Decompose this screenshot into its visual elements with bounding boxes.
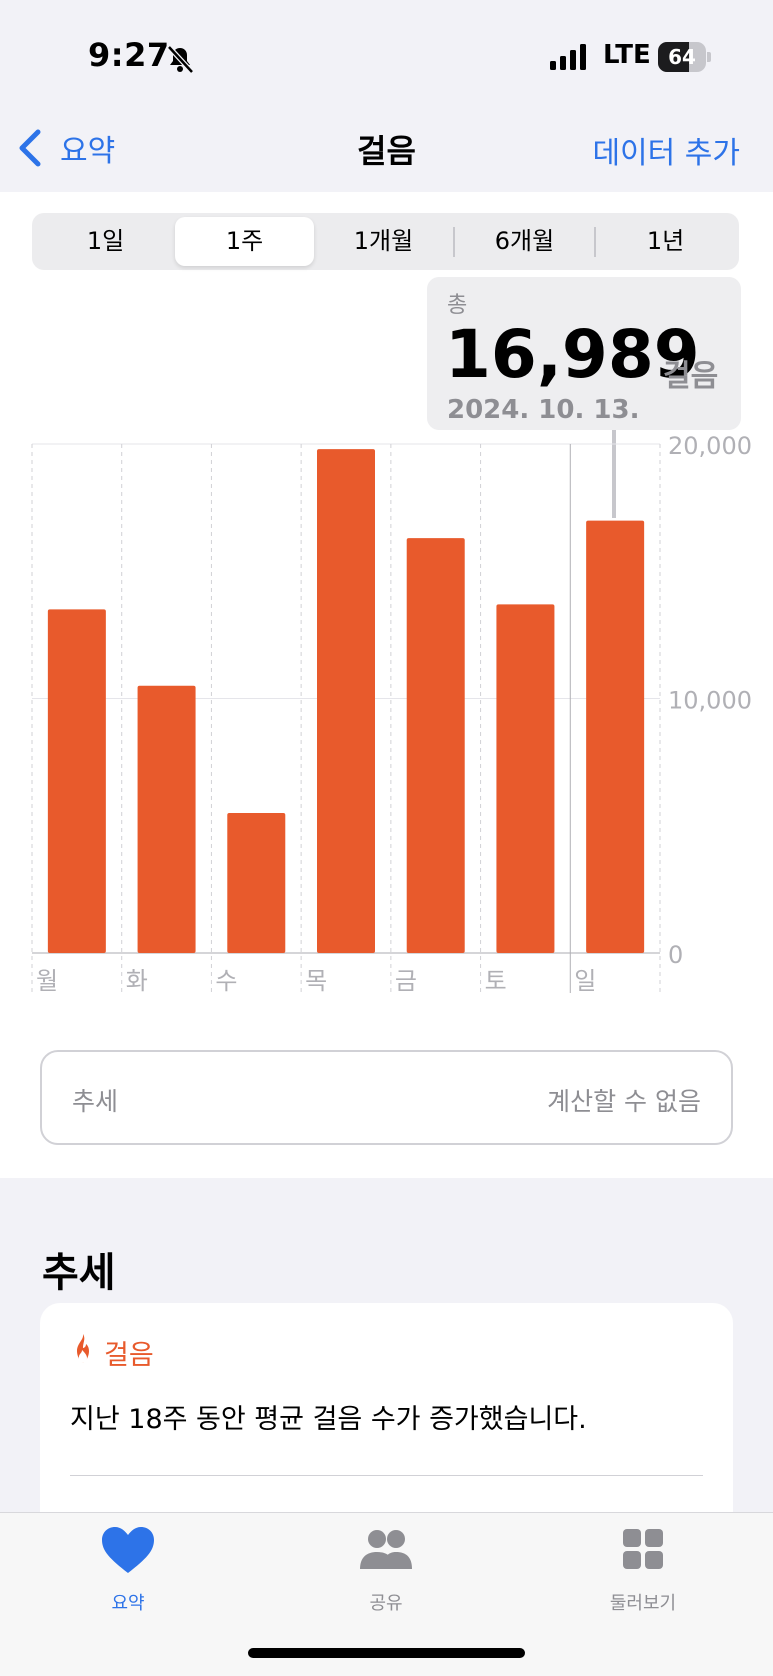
section-title: 추세 xyxy=(42,1250,116,1296)
x-tick-label: 목 xyxy=(305,967,327,995)
bar-월 xyxy=(47,609,106,953)
trend-card-value: 계산할 수 없음 xyxy=(547,1087,701,1116)
status-time: 9:27 xyxy=(88,36,170,74)
tab-share[interactable]: 공유 xyxy=(316,1525,456,1615)
selection-callout: 총 16,989 걸음 2024. 10. 13. xyxy=(427,277,741,430)
home-indicator xyxy=(248,1648,525,1658)
grid-icon xyxy=(623,1529,663,1569)
tab-summary-label: 요약 xyxy=(111,1593,145,1614)
callout-value: 16,989 xyxy=(445,316,700,393)
segment-1-day[interactable]: 1일 xyxy=(36,217,175,266)
tab-browse[interactable]: 둘러보기 xyxy=(573,1525,713,1615)
tab-summary[interactable]: 요약 xyxy=(58,1525,198,1615)
highlight-text: 지난 18주 동안 평균 걸음 수가 증가했습니다. xyxy=(70,1404,587,1435)
chart-svg: 월 화 수 목 금 토 일 0 10,000 20,000 xyxy=(31,432,752,995)
battery-level: 64 xyxy=(668,45,696,69)
back-button[interactable]: 요약 xyxy=(14,126,115,170)
trend-card-label: 추세 xyxy=(72,1087,119,1116)
highlight-category: 걸음 xyxy=(104,1340,154,1371)
trend-card[interactable]: 추세 계산할 수 없음 xyxy=(40,1050,733,1145)
chevron-left-icon xyxy=(19,129,41,167)
bar-금 xyxy=(406,538,465,953)
bar-화 xyxy=(137,685,196,953)
top-bar: 9:27 LTE 64 요약 걸음 데이터 추가 xyxy=(0,0,773,192)
heart-icon xyxy=(102,1527,154,1573)
bar-수 xyxy=(227,813,286,953)
steps-bar-chart[interactable]: 월 화 수 목 금 토 일 0 10,000 20,000 xyxy=(0,430,773,1000)
bar-목 xyxy=(317,449,375,953)
bar-토 xyxy=(496,604,555,953)
bell-slash-icon xyxy=(167,45,194,74)
segment-1-month[interactable]: 1개월 xyxy=(314,217,453,266)
flame-icon xyxy=(77,1334,89,1363)
segment-1-year[interactable]: 1년 xyxy=(596,217,735,266)
x-tick-label: 금 xyxy=(395,967,417,995)
period-segmented-control: 1일 1주 1개월 6개월 1년 xyxy=(32,213,739,270)
callout-date: 2024. 10. 13. xyxy=(447,395,640,425)
tab-share-label: 공유 xyxy=(369,1593,403,1614)
network-label: LTE xyxy=(603,40,651,70)
callout-unit: 걸음 xyxy=(663,359,719,394)
y-tick-label: 10,000 xyxy=(668,687,752,715)
people-icon xyxy=(360,1530,412,1569)
add-data-button[interactable]: 데이터 추가 xyxy=(592,128,740,172)
tab-browse-label: 둘러보기 xyxy=(609,1593,677,1614)
screen: 9:27 LTE 64 요약 걸음 데이터 추가 1일 1주 1개월 6개월 1… xyxy=(0,0,773,1676)
y-tick-label: 20,000 xyxy=(668,432,752,460)
x-tick-label: 토 xyxy=(485,967,507,995)
signal-icon xyxy=(550,44,586,70)
y-tick-label: 0 xyxy=(668,941,683,969)
x-tick-label: 월 xyxy=(36,967,58,995)
x-tick-label: 화 xyxy=(126,967,148,995)
highlight-divider xyxy=(70,1475,703,1476)
battery-icon: 64 xyxy=(658,42,711,72)
back-label: 요약 xyxy=(60,134,116,169)
x-tick-label: 일 xyxy=(574,967,596,995)
segment-6-month[interactable]: 6개월 xyxy=(455,217,594,266)
x-tick-label: 수 xyxy=(215,967,237,995)
bar-일 xyxy=(586,520,645,953)
segment-1-week[interactable]: 1주 xyxy=(175,217,314,266)
